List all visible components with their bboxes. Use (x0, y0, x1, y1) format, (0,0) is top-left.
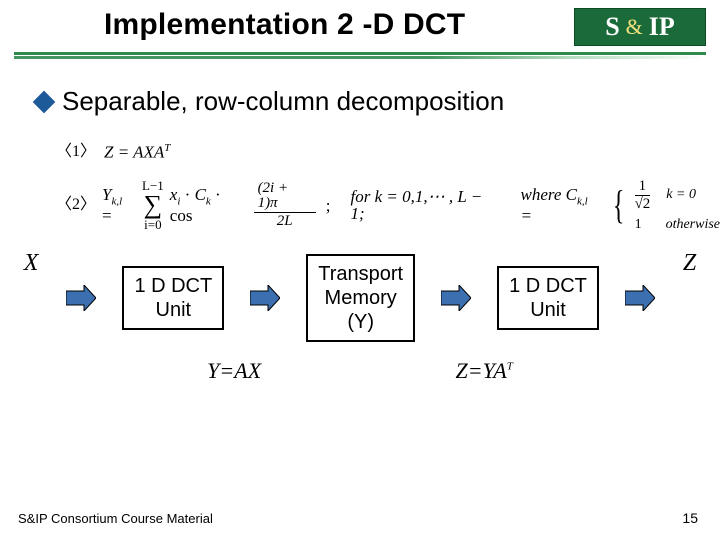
header: Implementation 2 -D DCT S & IP (0, 0, 720, 46)
bullet-text: Separable, row-column decomposition (62, 86, 504, 117)
eq2-equals: = (521, 206, 532, 225)
case1-num: 1 (635, 179, 651, 196)
eq2-ck-sub: k (206, 195, 211, 207)
under-label-1: Y=AX (207, 358, 261, 384)
footer-text: S&IP Consortium Course Material (18, 511, 213, 526)
logo-ip: IP (649, 12, 675, 42)
slide: Implementation 2 -D DCT S & IP Separable… (0, 0, 720, 540)
under-label-2: Z=YAT (455, 358, 512, 384)
arrow-icon (625, 285, 655, 311)
eq2-cases: 1 √2 k = 0 1 otherwise (635, 179, 720, 232)
block-diagram: X 1 D DCT Unit Transport Memory (Y) 1 D … (0, 254, 720, 342)
box2-line1: Transport (318, 262, 403, 286)
eq1-tag: 〈1〉 (56, 144, 96, 160)
diagram-under-labels: Y=AX Z=YAT (0, 358, 720, 384)
eq1-body: Z = AXA (104, 143, 164, 162)
eq2-where-sub: k,l (577, 195, 588, 207)
divider (14, 52, 706, 60)
label-z: Z (683, 250, 696, 277)
left-brace-icon: { (613, 185, 625, 225)
logo: S & IP (574, 8, 706, 46)
page-number: 15 (682, 510, 698, 526)
box3-line2: Unit (509, 298, 587, 322)
frac-num: (2i + 1)π (254, 181, 316, 213)
slide-title: Implementation 2 -D DCT (14, 8, 465, 42)
equation-2: 〈2〉 Yk,l = L−1 ∑ i=0 xi · Ck · cos (2i +… (56, 179, 720, 232)
frac-den: 2L (277, 213, 293, 229)
arrow-icon (250, 285, 280, 311)
equation-1: 〈1〉 Z = AXAT (56, 143, 720, 161)
case1-frac: 1 √2 (635, 179, 651, 212)
arrow-icon (66, 285, 96, 311)
box1-line2: Unit (134, 298, 212, 322)
case2-val: 1 (635, 218, 642, 232)
box1-line1: 1 D DCT (134, 274, 212, 298)
eq2-cos: cos (170, 206, 193, 225)
logo-s: S (605, 12, 619, 42)
eq2-fraction: (2i + 1)π 2L (254, 181, 316, 229)
box3-line1: 1 D DCT (509, 274, 587, 298)
case2-cond: otherwise (666, 218, 720, 232)
arrow-icon (441, 285, 471, 311)
label-x: X (24, 250, 39, 277)
box2-line3: (Y) (318, 310, 403, 334)
case1-cond: k = 0 (666, 188, 696, 202)
eq2-for: for k = 0,1,⋯ , L − 1; (351, 188, 501, 222)
eq1-sup: T (164, 142, 170, 154)
diamond-bullet-icon (33, 90, 56, 113)
box-transport-memory: Transport Memory (Y) (306, 254, 415, 342)
eq2-ck: C (195, 185, 206, 204)
logo-amp: & (626, 16, 643, 38)
sigma-icon: L−1 ∑ i=0 (142, 179, 164, 231)
sigma-lower: i=0 (144, 218, 161, 231)
box2-line2: Memory (318, 286, 403, 310)
box-1d-dct-1: 1 D DCT Unit (122, 266, 224, 330)
equations: 〈1〉 Z = AXAT 〈2〉 Yk,l = L−1 ∑ i=0 xi · C… (56, 143, 720, 232)
eq2-where: where C (521, 185, 578, 204)
bullet-line: Separable, row-column decomposition (36, 86, 720, 117)
eq2-y-sub: k,l (111, 195, 122, 207)
case1-den: √2 (635, 196, 651, 212)
eq2-tag: 〈2〉 (56, 197, 96, 213)
box-1d-dct-2: 1 D DCT Unit (497, 266, 599, 330)
